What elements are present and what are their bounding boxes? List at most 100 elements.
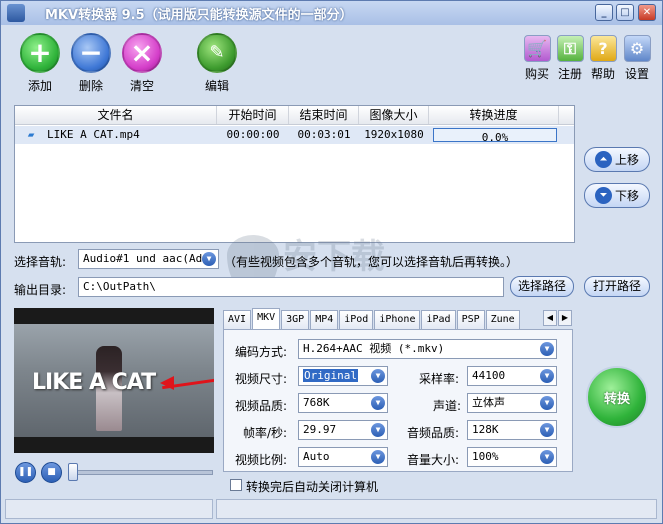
chevron-down-icon: ▼: [540, 423, 554, 437]
audio-track-select[interactable]: Audio#1 und aac(Adva ▼: [78, 249, 219, 269]
title-bar: MKV转换器 9.5（试用版只能转换源文件的一部分）: [1, 1, 662, 25]
aspect-ratio-select[interactable]: Auto ▼: [298, 447, 388, 467]
audio-track-value: Audio#1 und aac(Adva: [83, 252, 216, 265]
tab-3gp[interactable]: 3GP: [281, 310, 310, 329]
column-header-filename[interactable]: 文件名: [15, 106, 217, 124]
file-list[interactable]: 文件名 开始时间 结束时间 图像大小 转换进度 ▰ LIKE A CAT.mp4…: [14, 105, 575, 243]
start-time: 00:00:00: [226, 128, 280, 141]
clear-button[interactable]: × 清空: [118, 33, 166, 94]
close-button[interactable]: ✕: [638, 4, 656, 21]
tab-mkv[interactable]: MKV: [252, 308, 281, 329]
output-dir-field[interactable]: C:\OutPath\: [78, 277, 504, 297]
channel-label: 声道:: [433, 399, 462, 413]
move-down-label: 下移: [614, 189, 639, 203]
help-button[interactable]: ? 帮助: [587, 35, 619, 82]
audio-quality-select[interactable]: 128K ▼: [467, 420, 557, 440]
seek-slider-thumb[interactable]: [68, 463, 78, 481]
video-size-select[interactable]: Original ▼: [298, 366, 388, 386]
buy-button[interactable]: 🛒 购买: [521, 35, 553, 82]
chevron-down-icon: ▼: [371, 423, 385, 437]
tools-icon: ⚙: [623, 35, 651, 62]
choose-path-button[interactable]: 选择路径: [510, 276, 574, 297]
tab-iphone[interactable]: iPhone: [374, 310, 421, 329]
video-preview: LIKE A CAT: [14, 308, 214, 453]
volume-select[interactable]: 100% ▼: [467, 447, 557, 467]
cart-icon: 🛒: [523, 35, 551, 62]
tab-scroll-right-icon[interactable]: ▶: [558, 310, 572, 326]
move-up-button[interactable]: ⏶ 上移: [584, 147, 650, 172]
volume-value: 100%: [472, 450, 499, 463]
codec-value: H.264+AAC 视频 (*.mkv): [303, 342, 445, 355]
tab-mp4[interactable]: MP4: [310, 310, 339, 329]
column-header-start[interactable]: 开始时间: [217, 106, 289, 124]
x-icon: ×: [122, 33, 162, 73]
status-bar: [5, 499, 660, 519]
stop-button[interactable]: ■: [41, 462, 62, 483]
add-label: 添加: [27, 79, 52, 93]
audio-quality-label: 音频品质:: [407, 426, 460, 440]
frame-rate-value: 29.97: [303, 423, 337, 436]
delete-label: 删除: [78, 79, 103, 93]
help-label: 帮助: [590, 67, 615, 81]
video-quality-select[interactable]: 768K ▼: [298, 393, 388, 413]
audio-track-label: 选择音轨:: [14, 255, 67, 269]
status-panel-left: [5, 499, 213, 519]
add-button[interactable]: + 添加: [16, 33, 64, 94]
channel-value: 立体声: [472, 396, 505, 409]
tab-scroll-left-icon[interactable]: ◀: [543, 310, 557, 326]
codec-select[interactable]: H.264+AAC 视频 (*.mkv) ▼: [298, 339, 557, 359]
format-tabs: AVI MKV 3GP MP4 iPod iPhone iPad PSP Zun…: [223, 308, 521, 330]
table-row[interactable]: ▰ LIKE A CAT.mp4 00:00:00 00:03:01 1920x…: [15, 126, 574, 144]
progress-cell: 0.0%: [429, 126, 557, 144]
tab-ipad[interactable]: iPad: [421, 310, 456, 329]
shutdown-checkbox-label: 转换完后自动关闭计算机: [246, 480, 379, 494]
minus-icon: −: [71, 33, 111, 73]
tab-avi[interactable]: AVI: [223, 310, 252, 329]
settings-button[interactable]: ⚙ 设置: [621, 35, 653, 82]
video-size-value: Original: [303, 369, 358, 382]
video-file-icon: ▰: [27, 128, 35, 141]
chevron-down-icon: ▼: [371, 369, 385, 383]
shutdown-checkbox[interactable]: [230, 479, 242, 491]
main-window: MKV转换器 9.5（试用版只能转换源文件的一部分） _ □ ✕ + 添加 − …: [0, 0, 663, 524]
video-frame: LIKE A CAT: [14, 324, 214, 437]
minimize-button[interactable]: _: [595, 4, 613, 21]
tab-ipod[interactable]: iPod: [339, 310, 374, 329]
column-header-progress[interactable]: 转换进度: [429, 106, 559, 124]
edit-icon: ✎: [197, 33, 237, 73]
seek-slider[interactable]: [73, 470, 213, 475]
pause-button[interactable]: ❚❚: [15, 462, 36, 483]
delete-button[interactable]: − 删除: [67, 33, 115, 94]
column-header-size[interactable]: 图像大小: [359, 106, 429, 124]
move-down-button[interactable]: ⏷ 下移: [584, 183, 650, 208]
sample-rate-value: 44100: [472, 369, 506, 382]
file-name: LIKE A CAT.mp4: [47, 128, 140, 141]
chevron-down-icon: ▼: [540, 396, 554, 410]
sample-rate-select[interactable]: 44100 ▼: [467, 366, 557, 386]
maximize-button[interactable]: □: [616, 4, 634, 21]
tab-psp[interactable]: PSP: [456, 310, 485, 329]
audio-quality-value: 128K: [472, 423, 499, 436]
open-path-button[interactable]: 打开路径: [584, 276, 650, 297]
convert-label: 转换: [603, 391, 630, 407]
chevron-down-icon: ▼: [540, 450, 554, 464]
channel-select[interactable]: 立体声 ▼: [467, 393, 557, 413]
audio-track-hint: （有些视频包含多个音轨，您可以选择音轨后再转换。）: [224, 255, 519, 269]
aspect-ratio-value: Auto: [303, 450, 330, 463]
edit-label: 编辑: [204, 79, 229, 93]
key-icon: ⚿: [556, 35, 584, 62]
plus-icon: +: [20, 33, 60, 73]
column-header-end[interactable]: 结束时间: [289, 106, 359, 124]
register-button[interactable]: ⚿ 注册: [554, 35, 586, 82]
aspect-ratio-label: 视频比例:: [235, 453, 288, 467]
buy-label: 购买: [524, 67, 549, 81]
codec-label: 编码方式:: [235, 345, 288, 359]
tab-zune[interactable]: Zune: [485, 310, 520, 329]
convert-button[interactable]: 转换: [586, 366, 648, 428]
edit-button[interactable]: ✎ 编辑: [193, 33, 241, 94]
video-quality-label: 视频品质:: [235, 399, 288, 413]
frame-rate-select[interactable]: 29.97 ▼: [298, 420, 388, 440]
video-quality-value: 768K: [303, 396, 330, 409]
move-up-label: 上移: [614, 153, 639, 167]
settings-label: 设置: [624, 67, 649, 81]
